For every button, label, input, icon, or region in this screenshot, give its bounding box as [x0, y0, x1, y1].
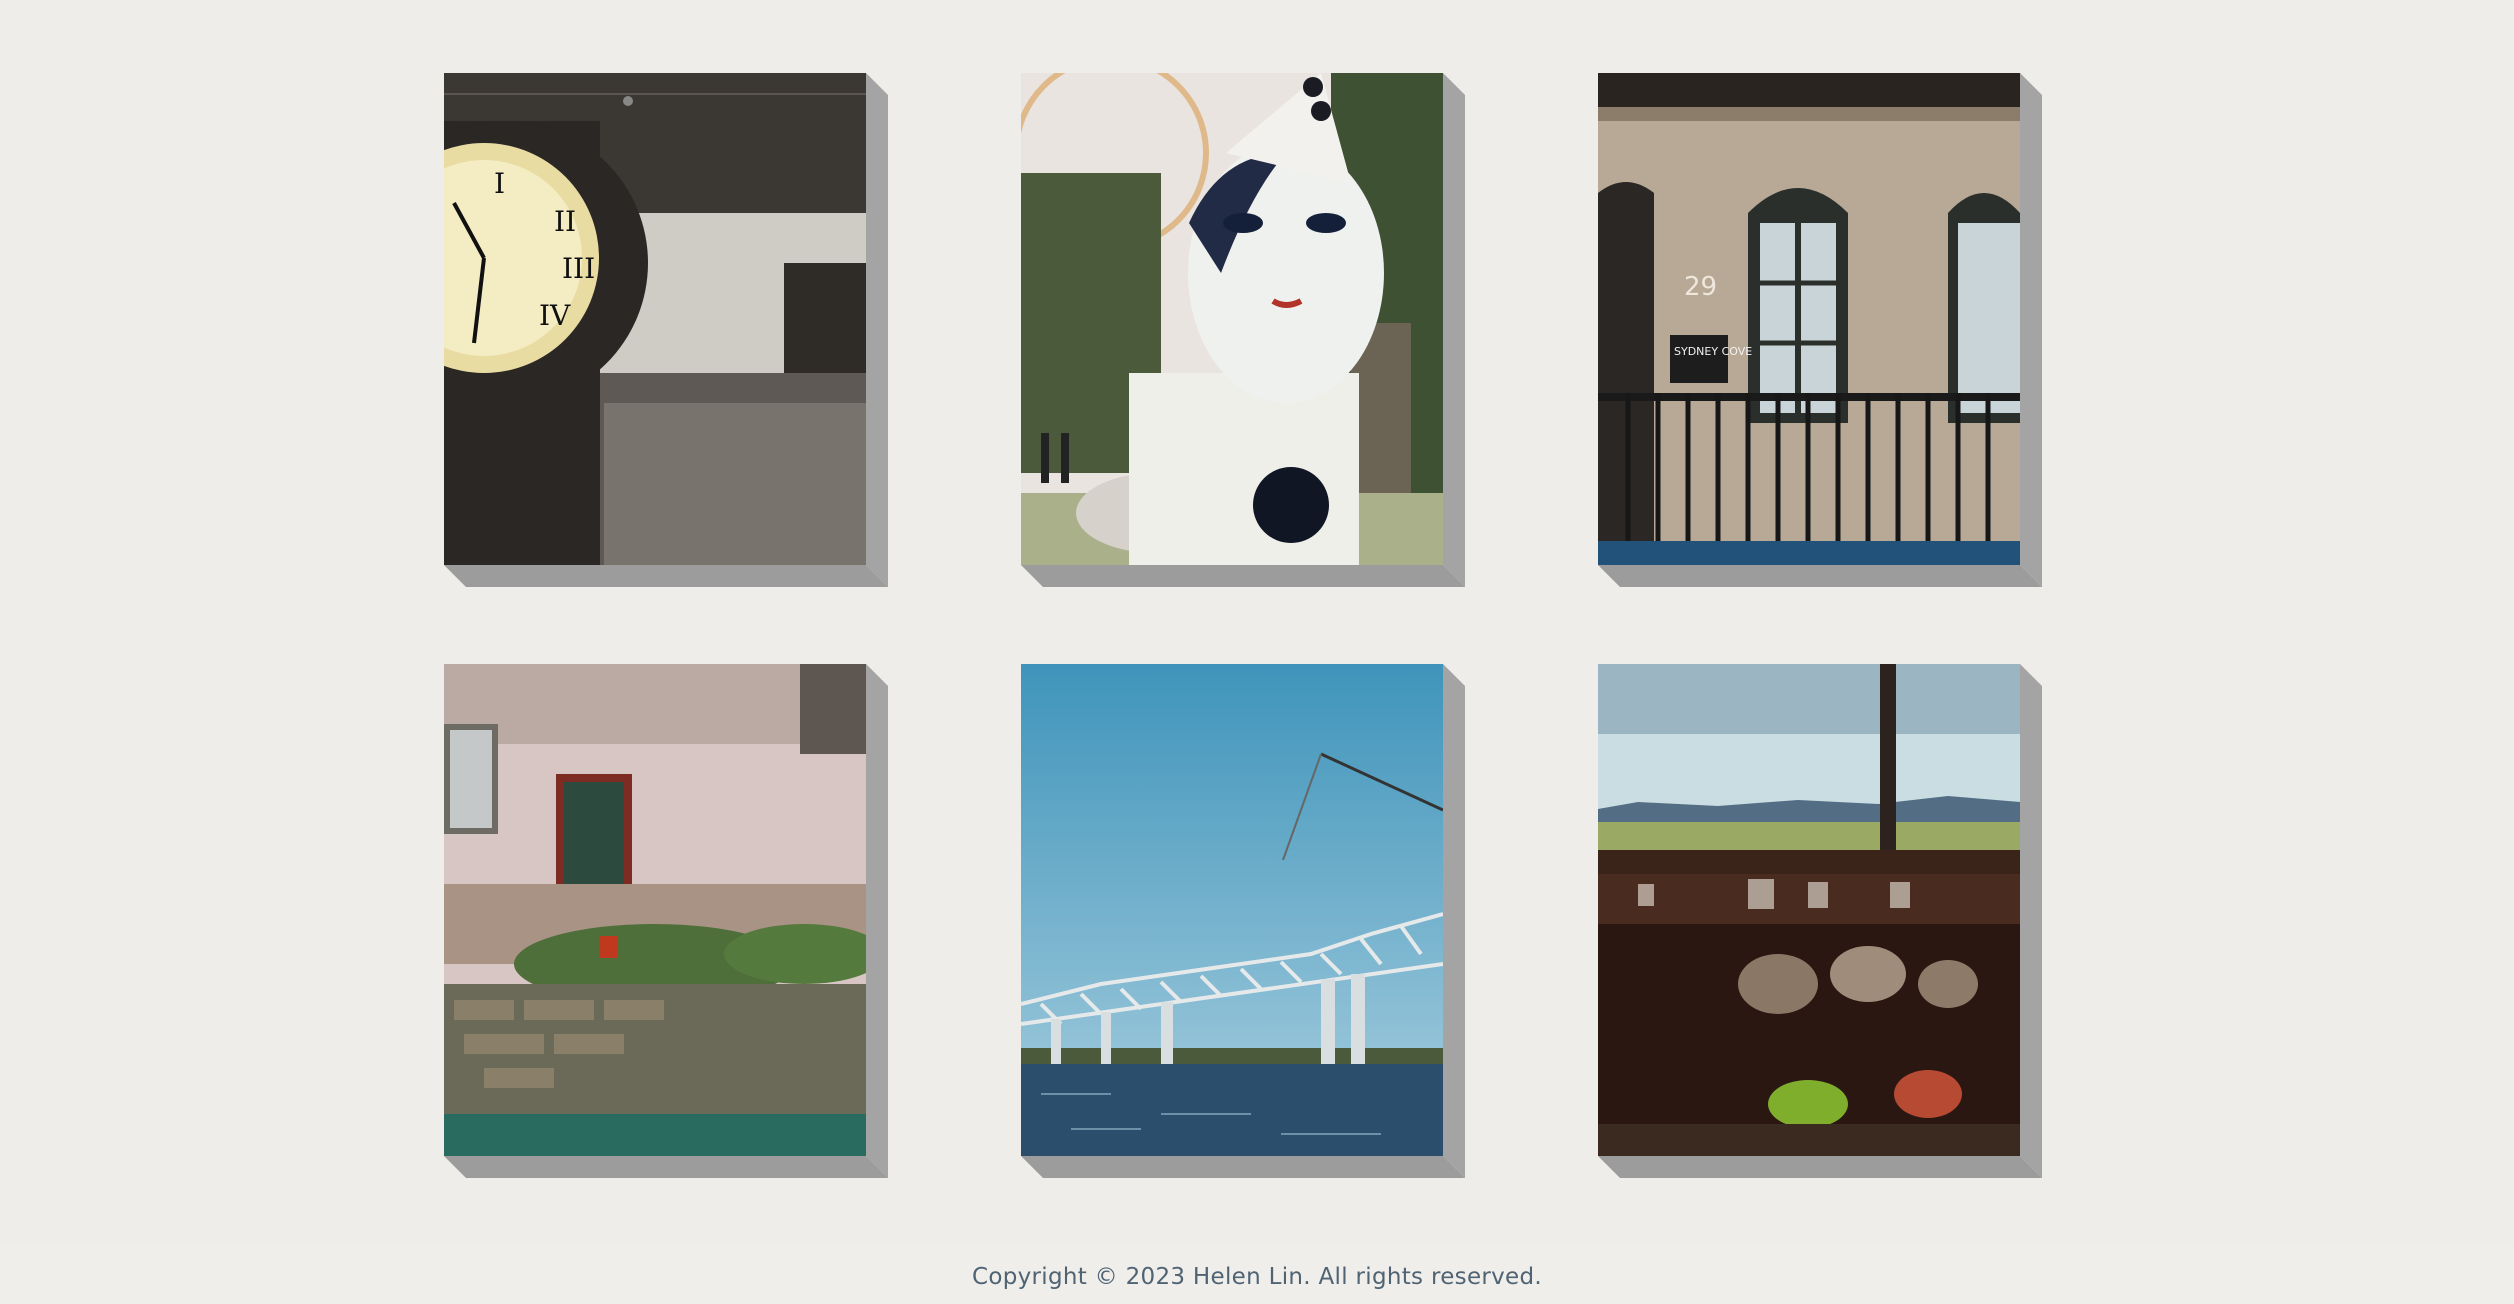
- photo-canal-wall[interactable]: [444, 664, 866, 1156]
- tile-shadow-bottom: [1598, 565, 2042, 587]
- tile-shadow-bottom: [1021, 565, 1465, 587]
- svg-text:I: I: [494, 167, 505, 200]
- gallery-tile: [1598, 664, 2042, 1178]
- svg-text:IV: IV: [539, 299, 571, 332]
- window-landscape-photo: [1598, 664, 2020, 1156]
- tile-shadow-bottom: [444, 1156, 888, 1178]
- tile-shadow-bottom: [1598, 1156, 2042, 1178]
- tile-shadow-side: [1443, 664, 1465, 1178]
- gallery-tile: [1021, 73, 1465, 587]
- tile-shadow-side: [866, 664, 888, 1178]
- copyright-text: Copyright © 2023 Helen Lin. All rights r…: [971, 1264, 1543, 1290]
- photo-window-view[interactable]: [1598, 664, 2020, 1156]
- photo-clock-gallery[interactable]: II III IV I: [444, 73, 866, 565]
- tile-shadow-side: [1443, 73, 1465, 587]
- photo-gallery: II III IV I 29 SYDNEY COVE: [0, 0, 2514, 1240]
- bridge-river-photo: [1021, 664, 1443, 1156]
- svg-text:III: III: [562, 252, 595, 285]
- tile-shadow-side: [2020, 664, 2042, 1178]
- tile-shadow-side: [866, 73, 888, 587]
- canal-wall-photo: [444, 664, 866, 1156]
- clock-interior-photo: II III IV I: [444, 73, 866, 565]
- photo-pierrot-clown[interactable]: [1021, 73, 1443, 565]
- gallery-tile: II III IV I: [444, 73, 888, 587]
- gallery-tile: [444, 664, 888, 1178]
- svg-text:II: II: [554, 205, 576, 238]
- gallery-tile: 29 SYDNEY COVE: [1598, 73, 2042, 587]
- sandstone-building-photo: 29 SYDNEY COVE: [1598, 73, 2020, 565]
- photo-sydney-cove-building[interactable]: 29 SYDNEY COVE: [1598, 73, 2020, 565]
- building-number: 29: [1684, 272, 1717, 302]
- clown-statue-photo: [1021, 73, 1443, 565]
- photo-truss-bridge[interactable]: [1021, 664, 1443, 1156]
- building-sign: SYDNEY COVE: [1674, 345, 1752, 358]
- tile-shadow-side: [2020, 73, 2042, 587]
- tile-shadow-bottom: [1021, 1156, 1465, 1178]
- tile-shadow-bottom: [444, 565, 888, 587]
- gallery-tile: [1021, 664, 1465, 1178]
